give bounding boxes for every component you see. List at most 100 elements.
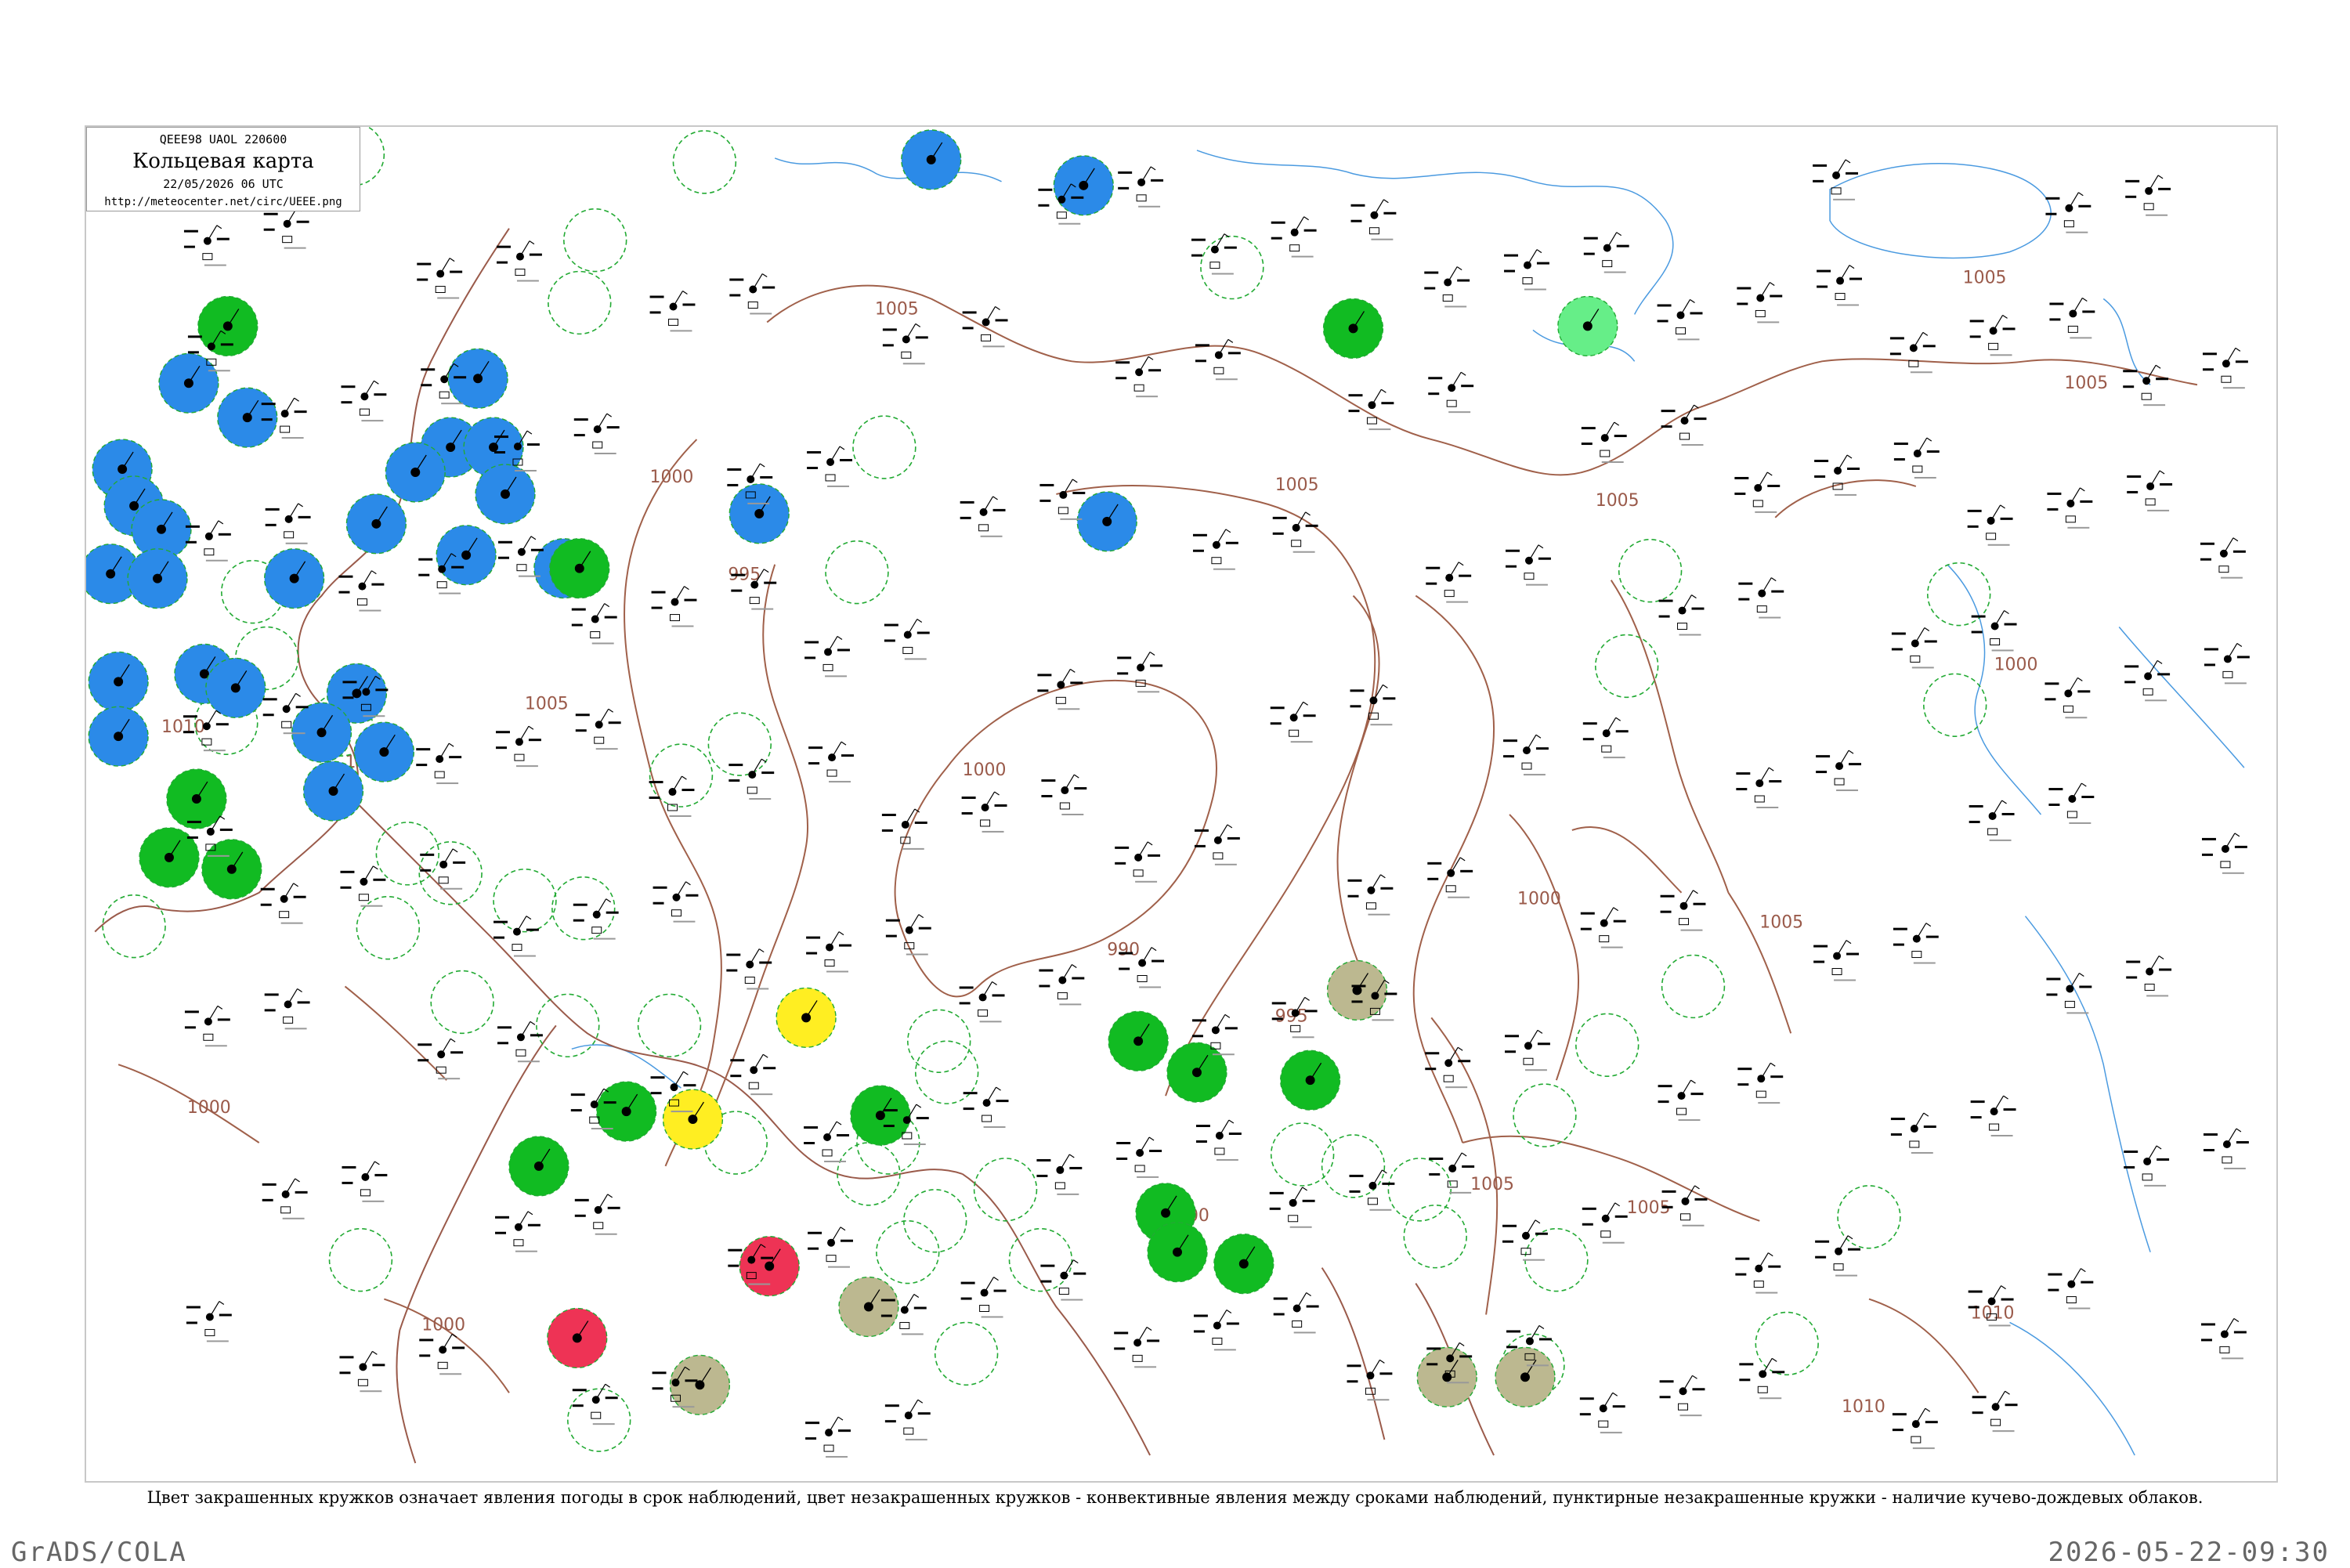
- station-plot: [1273, 1292, 1319, 1334]
- isobar-label: 1005: [2064, 374, 2108, 393]
- station-shower[interactable]: [850, 1085, 911, 1146]
- station-plot: [884, 619, 930, 660]
- station-rain[interactable]: [345, 493, 407, 555]
- station-plot: [417, 258, 463, 299]
- station-rain[interactable]: [385, 442, 446, 503]
- station-fog_haze[interactable]: [776, 987, 837, 1048]
- station-plot: [340, 865, 386, 907]
- station-plot: [1657, 298, 1703, 341]
- cb-ring: [1755, 1311, 1819, 1376]
- footer-software: GrADS/COLA: [11, 1537, 187, 1568]
- isobar-label: 1005: [525, 694, 569, 714]
- station-rain[interactable]: [728, 483, 790, 544]
- station-shower[interactable]: [201, 839, 262, 900]
- map-frame: 1005 1005 1005 1005 1005 1000 995 990 99…: [85, 125, 2278, 1483]
- cb-ring: [1387, 1158, 1452, 1222]
- station-plot: [420, 848, 466, 890]
- cb-ring: [672, 130, 737, 194]
- station-plot: [338, 570, 385, 612]
- station-rain[interactable]: [158, 352, 219, 414]
- station-plot: [1429, 1152, 1475, 1194]
- isobar-label: 1005: [1759, 913, 1803, 933]
- station-rain[interactable]: [127, 548, 188, 609]
- cb-ring: [1661, 954, 1726, 1019]
- station-plot: [2048, 782, 2095, 824]
- station-plot: [575, 708, 621, 750]
- station-shower[interactable]: [1147, 1222, 1208, 1283]
- station-shower[interactable]: [197, 295, 258, 357]
- station-shower[interactable]: [596, 1081, 657, 1142]
- station-layer: [86, 127, 2250, 1458]
- station-shower[interactable]: [1280, 1050, 1341, 1111]
- station-plot: [2048, 1268, 2094, 1310]
- station-dust[interactable]: [669, 1354, 731, 1415]
- station-plot: [1658, 1079, 1704, 1122]
- station-plot: [649, 775, 695, 817]
- station-dust[interactable]: [838, 1276, 899, 1338]
- station-light_green[interactable]: [1557, 295, 1618, 357]
- synoptic-map: 1005 1005 1005 1005 1005 1000 995 990 99…: [86, 127, 2250, 1464]
- station-plot: [1504, 249, 1549, 291]
- station-rain[interactable]: [1053, 155, 1114, 216]
- station-plot: [1969, 314, 2016, 356]
- station-rain[interactable]: [1076, 491, 1137, 552]
- station-plot: [1737, 282, 1783, 323]
- station-plot: [1813, 159, 1859, 201]
- station-fog_haze[interactable]: [662, 1089, 724, 1150]
- station-plot: [1039, 964, 1085, 1006]
- station-plot: [1115, 841, 1161, 883]
- cb-ring: [563, 208, 627, 273]
- station-plot: [1971, 610, 2017, 652]
- station-plot: [1040, 1259, 1086, 1301]
- station-rain[interactable]: [205, 657, 266, 718]
- station-plot: [419, 1333, 465, 1375]
- station-plot: [416, 742, 462, 785]
- station-plot: [1118, 166, 1164, 208]
- station-plot: [1738, 577, 1784, 619]
- cb-ring: [551, 876, 616, 941]
- station-plot: [1661, 1185, 1708, 1227]
- station-shower[interactable]: [1108, 1010, 1169, 1071]
- station-rain[interactable]: [264, 548, 325, 609]
- station-rain[interactable]: [88, 651, 149, 712]
- station-shower[interactable]: [549, 538, 610, 599]
- bulletin-code: QEEE98 UAOL 220600: [159, 132, 287, 146]
- station-plot: [1195, 1119, 1242, 1161]
- cb-ring: [637, 993, 702, 1058]
- isobar-label: 1010: [1842, 1397, 1885, 1417]
- cb-ring: [430, 970, 494, 1035]
- station-shower[interactable]: [1213, 1234, 1274, 1295]
- station-rain[interactable]: [88, 706, 149, 767]
- station-plot: [186, 1301, 232, 1342]
- station-plot: [2200, 1317, 2247, 1360]
- station-shower[interactable]: [1166, 1042, 1227, 1103]
- map-url[interactable]: http://meteocenter.net/circ/UEEE.png: [87, 193, 360, 211]
- station-thunder[interactable]: [547, 1307, 608, 1369]
- footer-timestamp: 2026-05-22-09:30: [2048, 1537, 2330, 1568]
- station-rain[interactable]: [353, 721, 414, 782]
- station-plot: [1661, 404, 1707, 446]
- station-rain[interactable]: [217, 387, 278, 448]
- station-thunder[interactable]: [739, 1236, 800, 1297]
- station-plot: [1658, 594, 1705, 636]
- station-plot: [1269, 1187, 1315, 1228]
- station-plot: [1813, 940, 1859, 981]
- station-rain[interactable]: [475, 464, 536, 525]
- cb-ring: [852, 415, 916, 479]
- station-rain[interactable]: [302, 761, 364, 822]
- station-rain[interactable]: [436, 525, 497, 586]
- cb-ring: [1923, 673, 1987, 737]
- station-plot: [183, 710, 229, 752]
- station-plot: [1347, 874, 1394, 916]
- station-plot: [2123, 364, 2169, 406]
- station-plot: [808, 1227, 853, 1268]
- station-plot: [2045, 192, 2092, 233]
- station-shower[interactable]: [1322, 298, 1384, 359]
- station-shower[interactable]: [508, 1136, 569, 1197]
- station-plot: [805, 1416, 851, 1458]
- station-plot: [1036, 1154, 1083, 1195]
- station-plot: [2203, 1128, 2249, 1169]
- map-date: 22/05/2026 06 UTC: [163, 177, 284, 191]
- station-plot: [572, 1383, 618, 1425]
- station-rain[interactable]: [901, 129, 962, 190]
